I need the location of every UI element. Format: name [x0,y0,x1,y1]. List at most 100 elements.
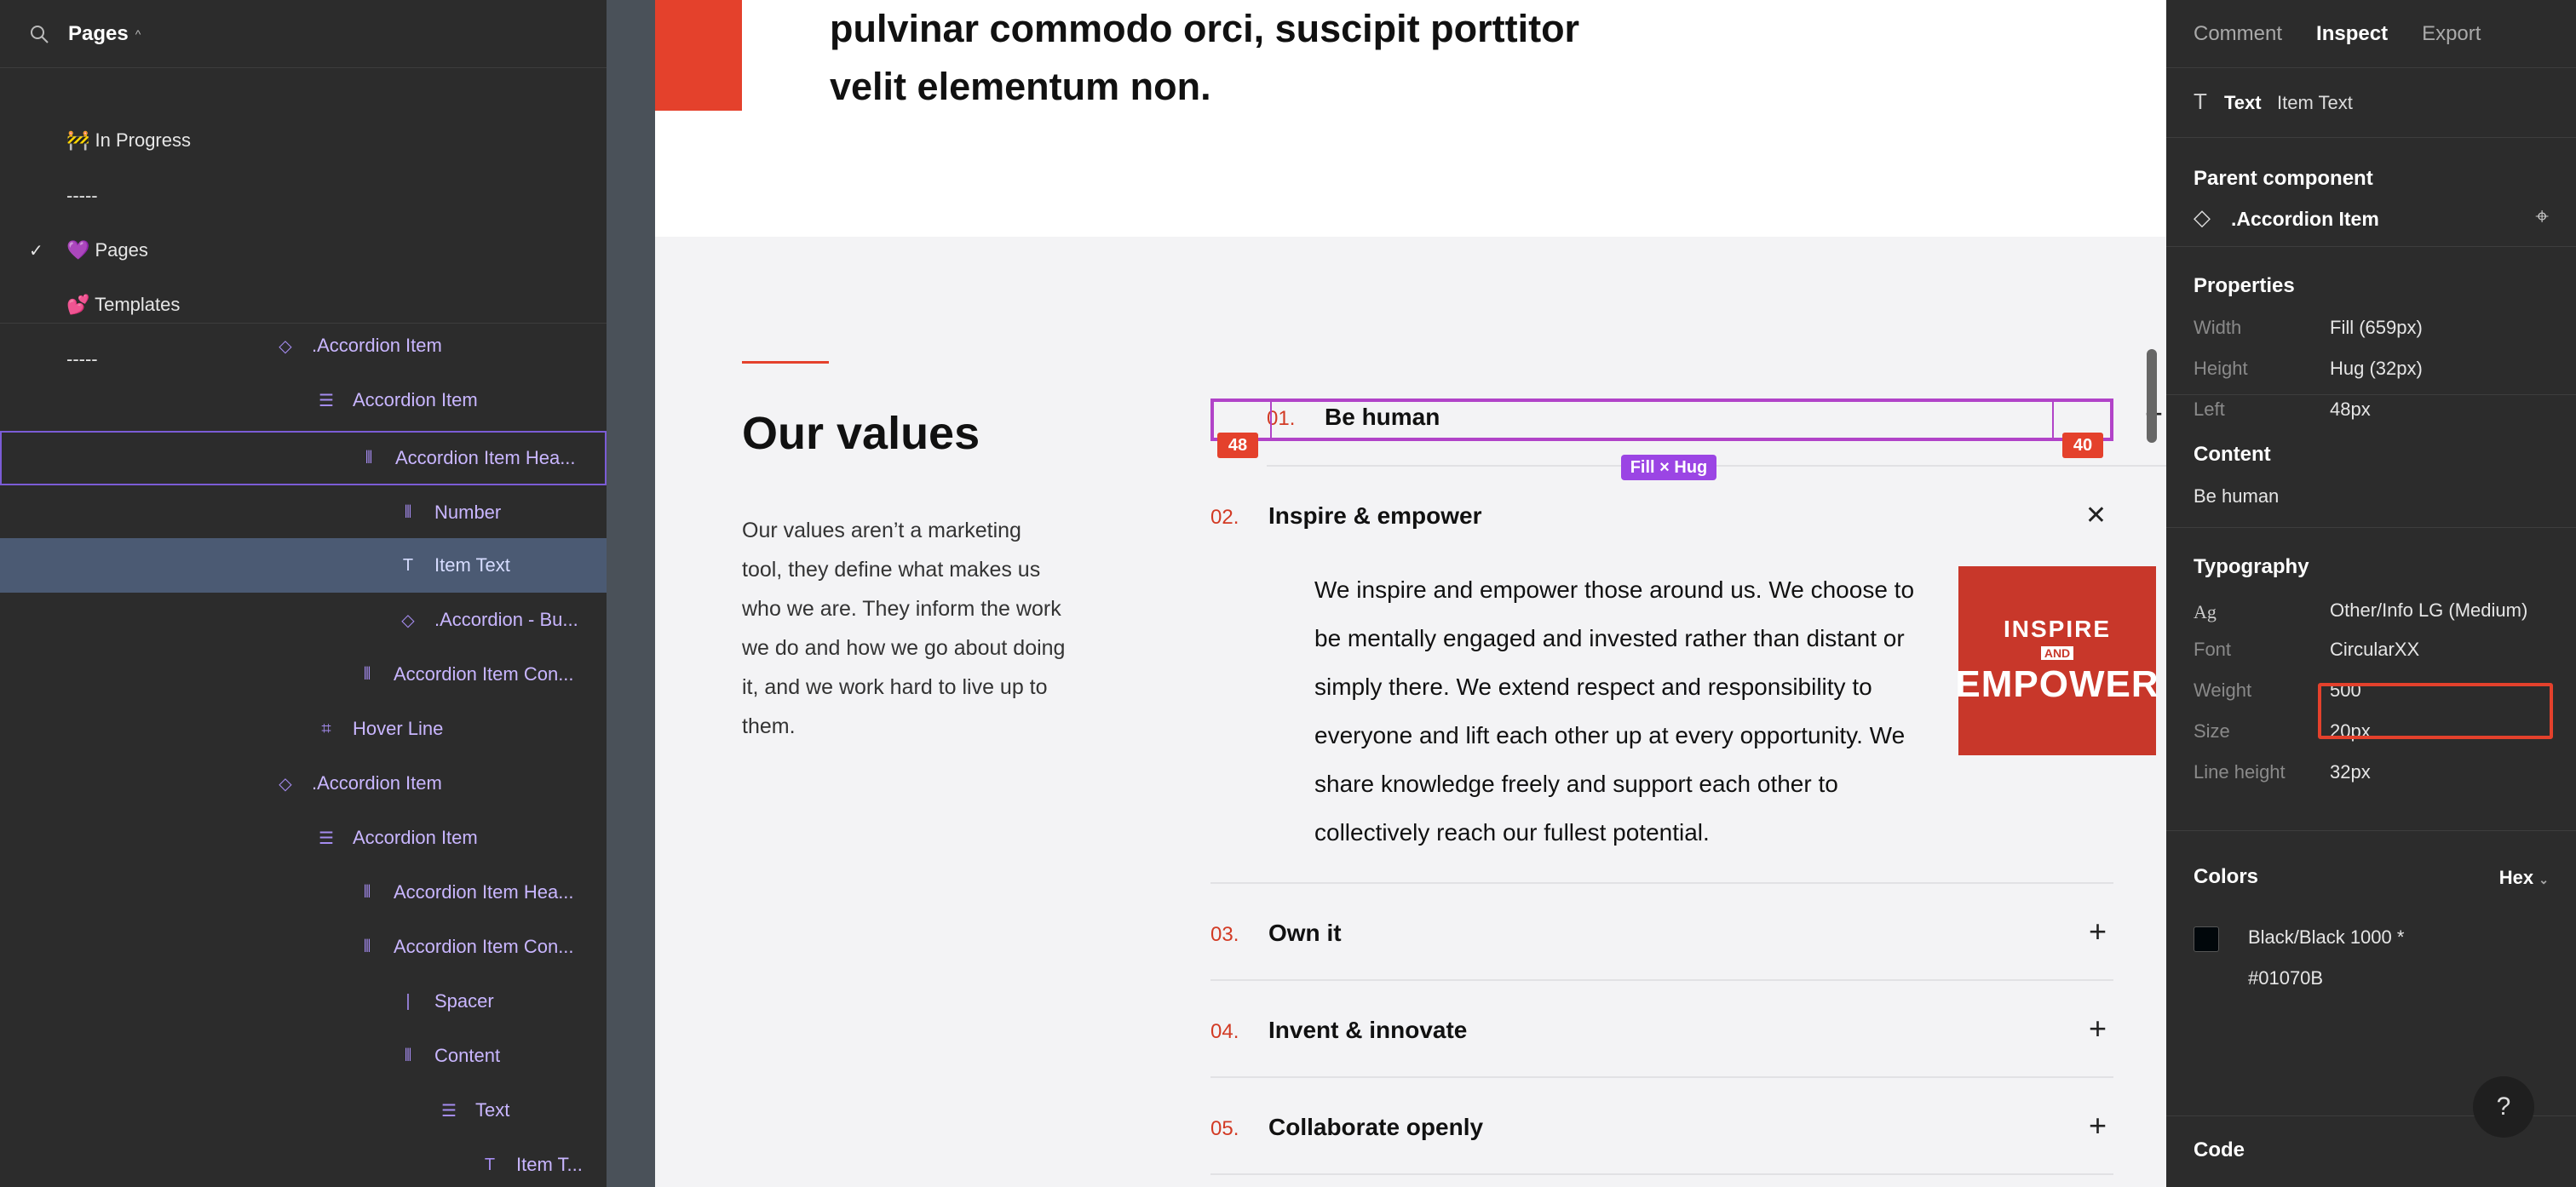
inspect-panel: Comment Inspect Export T Text Item Text … [2166,0,2576,1187]
typo-key: Size [2194,720,2230,742]
vertical-scrollbar[interactable] [2147,349,2157,443]
color-format-label: Hex [2498,867,2534,888]
layer-text[interactable]: ☰ Text [0,1083,607,1138]
accordion-item[interactable]: 05. Collaborate openly + [1210,1078,2113,1175]
accordion-title: Inspire & empower [1268,502,1482,529]
horizontal-stack-icon: ⦀ [363,882,371,902]
horizontal-stack-icon: ⦀ [365,448,373,467]
color-name[interactable]: Black/Black 1000 * [2248,926,2404,949]
typo-value[interactable]: 32px [2330,761,2371,783]
close-icon[interactable]: ✕ [2085,501,2107,531]
content-value[interactable]: Be human [2194,485,2279,507]
vertical-stack-icon: ☰ [319,391,334,410]
padding-badge-right: 40 [2062,433,2103,458]
tab-inspect[interactable]: Inspect [2316,22,2388,46]
code-title: Code [2194,1138,2245,1161]
accordion-item[interactable]: 03. Own it + [1210,884,2113,981]
horizontal-stack-icon: ⦀ [404,502,412,522]
text-style-value[interactable]: Other/Info LG (Medium) [2330,599,2527,622]
left-panel: Pages ^ 🚧 In Progress ----- ✓ 💜 Pages 💕 … [0,0,607,1187]
accordion-number: 04. [1210,1020,1239,1043]
typography-section: Typography Ag Other/Info LG (Medium) Fon… [2166,528,2576,831]
plus-icon[interactable]: + [2089,1110,2107,1141]
parent-component-section: Parent component ◇ .Accordion Item ⌖ [2166,138,2576,247]
red-accent-line [742,361,829,364]
layer-label: Accordion Item [353,827,478,848]
layer-accordion-item-component[interactable]: ◇ .Accordion Item [0,756,607,811]
layer-label: Number [434,502,502,523]
typo-value[interactable]: CircularXX [2330,639,2419,661]
layer-accordion-item-content[interactable]: ⦀ Accordion Item Con... [0,920,607,974]
red-accent-block [655,0,742,111]
layer-hover-line[interactable]: ⌗ Hover Line [0,702,607,756]
figma-app: Pages ^ 🚧 In Progress ----- ✓ 💜 Pages 💕 … [0,0,2576,1187]
layer-spacer[interactable]: | Spacer [0,974,607,1029]
accordion-item[interactable]: 02. Inspire & empower ✕ [1210,497,2113,543]
layer-accordion-item-content[interactable]: ⦀ Accordion Item Con... [0,647,607,702]
horizontal-stack-icon: ⦀ [363,664,371,684]
layer-label: Accordion Item Con... [394,936,574,957]
layer-label: .Accordion - Bu... [434,609,578,630]
typo-key: Font [2194,639,2232,660]
layer-label: Accordion Item Hea... [394,881,574,903]
color-swatch[interactable] [2194,926,2219,952]
layer-accordion-item[interactable]: ☰ Accordion Item [0,373,607,427]
crosshair-icon[interactable]: ⌖ [2535,203,2549,231]
plus-icon[interactable]: + [2089,1013,2107,1044]
values-title: Our values [742,408,980,459]
padding-badge-left: 48 [1217,433,1258,458]
properties-title: Properties [2194,274,2295,297]
layer-label: Accordion Item Con... [394,663,574,685]
layer-label: Accordion Item Hea... [395,447,576,468]
layer-accordion-item-header[interactable]: ⦀ Accordion Item Hea... [0,865,607,920]
prop-value[interactable]: Fill (659px) [2330,317,2423,339]
accordion-title: Invent & innovate [1268,1017,1468,1043]
accordion-divider [1267,465,2166,467]
layer-label: Spacer [434,990,494,1012]
layer-number[interactable]: ⦀ Number [0,485,607,540]
layer-content[interactable]: ⦀ Content [0,1029,607,1083]
typo-key: Line height [2194,761,2286,783]
accordion-number: 02. [1210,506,1239,529]
plus-icon[interactable]: + [2089,916,2107,947]
help-button[interactable]: ? [2473,1076,2534,1138]
layer-info-section: T Text Item Text [2166,68,2576,138]
colors-section: Colors Hex ⌄ Black/Black 1000 * #01070B [2166,831,2576,1029]
values-description: Our values aren’t a marketing tool, they… [742,519,1066,738]
layer-accordion-item-component[interactable]: ◇ .Accordion Item [0,318,607,373]
color-hex[interactable]: #01070B [2248,967,2323,989]
prop-value[interactable]: Hug (32px) [2330,358,2423,380]
layer-label: Hover Line [353,718,444,739]
layer-accordion-item[interactable]: ☰ Accordion Item [0,811,607,865]
accordion-title: Collaborate openly [1268,1114,1484,1140]
layer-label: .Accordion Item [312,335,442,356]
layer-item-text[interactable]: T Item T... [0,1138,607,1187]
design-frame[interactable]: pulvinar commodo orci, suscipit porttito… [655,0,2166,1187]
color-format-dropdown[interactable]: Hex ⌄ [2499,867,2549,889]
layer-label: Text [475,1099,510,1121]
tab-comment[interactable]: Comment [2194,22,2282,46]
design-canvas[interactable]: pulvinar commodo orci, suscipit porttito… [607,0,2166,1187]
accordion-number: 03. [1210,923,1239,946]
parent-component-name[interactable]: .Accordion Item [2231,208,2379,231]
layer-label: Content [434,1045,501,1066]
horizontal-stack-icon: ⦀ [363,937,371,956]
colors-title: Colors [2194,865,2259,888]
layer-accordion-button[interactable]: ◇ .Accordion - Bu... [0,593,607,647]
text-icon: T [484,1155,496,1174]
component-icon: ◇ [279,336,292,356]
layer-accordion-item-header[interactable]: ⦀ Accordion Item Hea... [0,431,607,485]
layer-item-text-selected[interactable]: T Item Text [0,538,607,593]
prop-key: Height [2194,358,2248,379]
component-icon: ◇ [2194,204,2211,230]
highlight-annotation [2318,683,2553,739]
accordion-item[interactable]: 04. Invent & innovate + [1210,981,2113,1078]
content-section: Content Be human [2166,395,2576,528]
layer-label: Item T... [516,1154,583,1175]
content-title: Content [2194,443,2271,466]
instance-icon: ◇ [401,611,415,630]
tab-export[interactable]: Export [2422,22,2481,46]
selection-outline [1210,399,2113,441]
fill-hug-badge: Fill × Hug [1621,455,1716,480]
text-type-icon: T [2194,89,2207,114]
